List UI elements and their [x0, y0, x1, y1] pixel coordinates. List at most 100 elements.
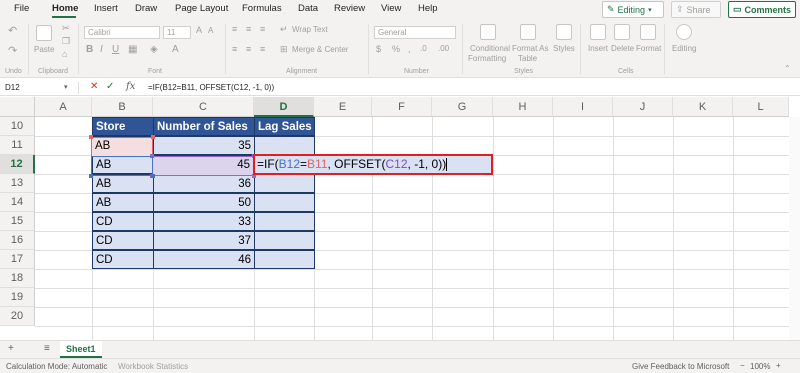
editing-search-icon[interactable] [676, 24, 692, 40]
give-feedback-link[interactable]: Give Feedback to Microsoft [632, 362, 729, 371]
menu-draw[interactable]: Draw [135, 3, 157, 14]
copy-icon[interactable]: ❐ [62, 36, 70, 47]
align-right-icon[interactable]: ≡ [260, 44, 265, 54]
column-header-j[interactable]: J [613, 97, 673, 117]
redo-icon[interactable]: ↷ [8, 44, 17, 57]
menu-home[interactable]: Home [52, 3, 78, 14]
menu-formulas[interactable]: Formulas [242, 3, 282, 14]
align-left-icon[interactable]: ≡ [232, 44, 237, 54]
resize-handle[interactable] [89, 174, 93, 178]
table-cell-store[interactable]: CD [92, 212, 154, 231]
italic-icon[interactable]: I [100, 44, 103, 55]
menu-insert[interactable]: Insert [94, 3, 118, 14]
row-header-20[interactable]: 20 [0, 307, 35, 326]
delete-cells-icon[interactable] [614, 24, 630, 40]
align-top-icon[interactable]: ≡ [232, 24, 237, 34]
resize-handle[interactable] [89, 135, 93, 139]
borders-icon[interactable]: ▦ [128, 44, 137, 55]
cell-styles-icon[interactable] [556, 24, 572, 40]
format-cells-button[interactable]: Format [636, 44, 661, 53]
table-cell-sales[interactable]: 46 [153, 250, 255, 269]
cancel-icon[interactable]: ✕ [90, 81, 98, 92]
row-header-15[interactable]: 15 [0, 212, 35, 231]
row-header-18[interactable]: 18 [0, 269, 35, 288]
column-header-a[interactable]: A [35, 97, 92, 117]
row-header-14[interactable]: 14 [0, 193, 35, 212]
table-header-store[interactable]: Store [92, 117, 154, 136]
paste-icon[interactable] [36, 25, 52, 41]
row-header-13[interactable]: 13 [0, 174, 35, 193]
underline-icon[interactable]: U [112, 44, 119, 55]
wrap-text-button[interactable]: Wrap Text [292, 25, 328, 34]
table-cell-sales[interactable]: 33 [153, 212, 255, 231]
percent-icon[interactable]: % [392, 44, 400, 54]
currency-icon[interactable]: $ [376, 44, 381, 54]
increase-decimal-icon[interactable]: .0 [420, 44, 427, 53]
row-header-12[interactable]: 12 [0, 155, 35, 174]
active-cell-formula-editor[interactable]: =IF(B12=B11, OFFSET(C12, -1, 0)) [253, 154, 493, 175]
table-header-lag-sales[interactable]: Lag Sales [254, 117, 315, 136]
table-cell-lag[interactable] [254, 136, 315, 155]
resize-handle[interactable] [151, 135, 155, 139]
table-cell-lag[interactable] [254, 212, 315, 231]
decrease-decimal-icon[interactable]: .00 [438, 44, 449, 53]
table-cell-store[interactable]: AB [92, 174, 154, 193]
table-cell-sales[interactable]: 50 [153, 193, 255, 212]
table-cell-lag[interactable] [254, 231, 315, 250]
format-cells-icon[interactable] [640, 24, 656, 40]
insert-cells-icon[interactable] [590, 24, 606, 40]
zoom-level[interactable]: 100% [750, 362, 770, 371]
column-header-f[interactable]: F [372, 97, 432, 117]
table-cell-store[interactable]: CD [92, 231, 154, 250]
cut-icon[interactable]: ✂ [62, 23, 70, 34]
font-name-dropdown[interactable]: Calibri [84, 26, 160, 39]
number-format-dropdown[interactable]: General [374, 26, 456, 39]
menu-help[interactable]: Help [418, 3, 438, 14]
align-center-icon[interactable]: ≡ [246, 44, 251, 54]
resize-handle[interactable] [151, 174, 155, 178]
formula-input[interactable]: =IF(B12=B11, OFFSET(C12, -1, 0)) [148, 83, 274, 92]
format-as-table-label-2[interactable]: Table [518, 54, 537, 63]
collapse-ribbon-icon[interactable]: ⌃ [784, 64, 791, 73]
merge-center-button[interactable]: Merge & Center [292, 45, 348, 54]
font-size-dropdown[interactable]: 11 [163, 26, 191, 39]
table-cell-lag[interactable] [254, 193, 315, 212]
zoom-in-icon[interactable]: + [776, 361, 781, 370]
zoom-out-icon[interactable]: − [740, 361, 745, 370]
table-cell-lag[interactable] [254, 174, 315, 193]
row-header-17[interactable]: 17 [0, 250, 35, 269]
font-color-icon[interactable]: A [172, 44, 179, 55]
table-header-sales[interactable]: Number of Sales [153, 117, 255, 136]
table-cell-store[interactable]: AB [92, 193, 154, 212]
conditional-formatting-label-1[interactable]: Conditional [470, 44, 510, 53]
row-header-16[interactable]: 16 [0, 231, 35, 250]
undo-icon[interactable]: ↶ [8, 24, 17, 37]
row-header-11[interactable]: 11 [0, 136, 35, 155]
column-header-i[interactable]: I [553, 97, 613, 117]
sheet-tab-sheet1[interactable]: Sheet1 [60, 341, 102, 358]
add-sheet-icon[interactable]: + [8, 343, 14, 354]
menu-review[interactable]: Review [334, 3, 365, 14]
bold-icon[interactable]: B [86, 44, 93, 55]
comma-icon[interactable]: , [408, 44, 411, 54]
insert-function-icon[interactable]: fx [126, 81, 135, 92]
column-header-l[interactable]: L [733, 97, 789, 117]
menu-data[interactable]: Data [298, 3, 318, 14]
align-bottom-icon[interactable]: ≡ [260, 24, 265, 34]
column-header-b[interactable]: B [92, 97, 153, 117]
format-as-table-label-1[interactable]: Format As [512, 44, 548, 53]
grow-font-icon[interactable]: A [196, 25, 202, 35]
table-cell-sales[interactable]: 37 [153, 231, 255, 250]
column-header-e[interactable]: E [314, 97, 372, 117]
workbook-statistics[interactable]: Workbook Statistics [118, 362, 188, 371]
name-box-dropdown-icon[interactable]: ▾ [64, 83, 68, 91]
align-middle-icon[interactable]: ≡ [246, 24, 251, 34]
conditional-formatting-icon[interactable] [480, 24, 496, 40]
insert-cells-button[interactable]: Insert [588, 44, 608, 53]
delete-cells-button[interactable]: Delete [611, 44, 634, 53]
menu-page-layout[interactable]: Page Layout [175, 3, 228, 14]
column-header-k[interactable]: K [673, 97, 733, 117]
share-button[interactable]: ⇪ Share [671, 1, 721, 18]
column-header-d[interactable]: D [254, 97, 314, 117]
table-cell-sales[interactable]: 36 [153, 174, 255, 193]
